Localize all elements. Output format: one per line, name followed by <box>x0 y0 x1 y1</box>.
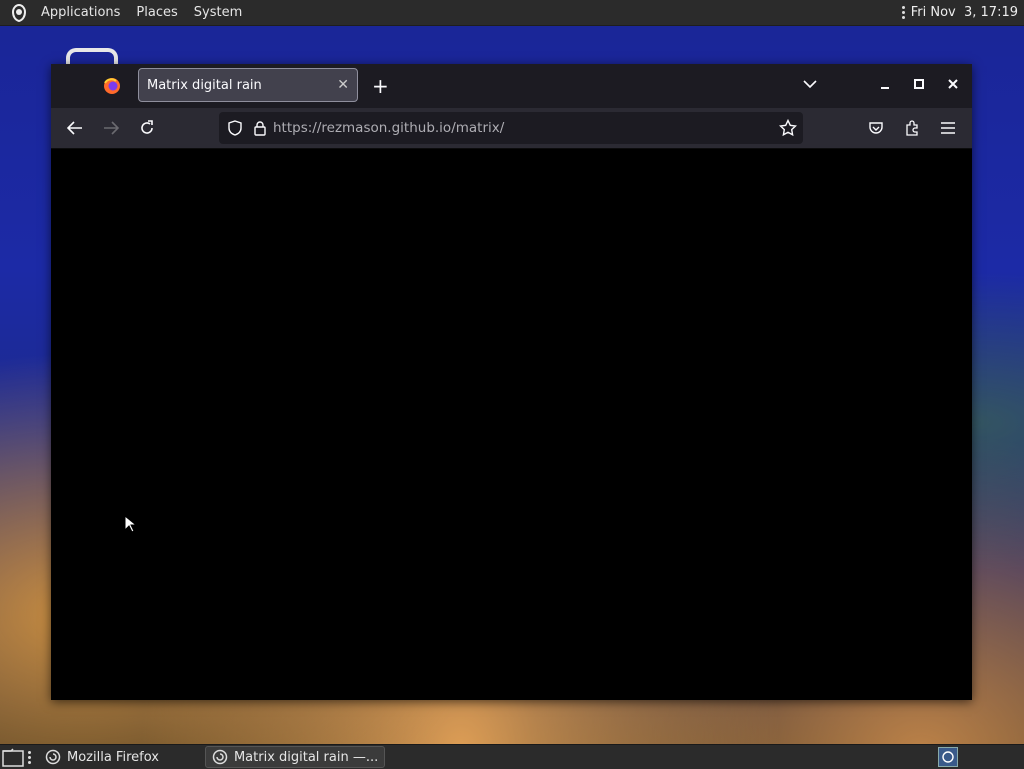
taskbar-item-firefox[interactable]: Mozilla Firefox <box>39 747 165 767</box>
places-menu[interactable]: Places <box>131 5 182 20</box>
bottom-panel: Mozilla Firefox Matrix digital rain —... <box>0 744 1024 769</box>
tracking-shield-icon[interactable] <box>227 120 243 136</box>
system-menu[interactable]: System <box>189 5 247 20</box>
page-content-matrix-canvas[interactable] <box>51 149 972 700</box>
back-arrow-icon[interactable] <box>65 118 85 138</box>
nav-bar: https://rezmason.github.io/matrix/ <box>51 108 972 149</box>
panel-handle-icon <box>901 6 905 19</box>
lock-icon[interactable] <box>253 120 267 136</box>
applications-menu[interactable]: Applications <box>36 5 125 20</box>
extensions-puzzle-icon[interactable] <box>902 118 922 138</box>
new-tab-icon[interactable]: + <box>372 76 389 96</box>
url-text[interactable]: https://rezmason.github.io/matrix/ <box>273 120 504 136</box>
url-host: https://rezmason.github.io <box>273 120 452 136</box>
taskbar-handle-icon <box>28 750 31 764</box>
close-window-icon[interactable] <box>947 76 959 96</box>
gnome-app-icon <box>45 749 61 765</box>
url-path: /matrix/ <box>451 120 505 136</box>
firefox-logo-icon <box>103 77 121 95</box>
top-panel: Applications Places System Fri Nov 3, 17… <box>0 0 1024 26</box>
show-desktop-icon[interactable] <box>2 747 24 767</box>
taskbar-item-label: Mozilla Firefox <box>67 749 159 765</box>
forward-arrow-icon[interactable] <box>101 118 121 138</box>
pocket-icon[interactable] <box>866 118 886 138</box>
mouse-cursor-icon <box>124 514 138 537</box>
gnome-app-icon <box>212 749 228 765</box>
bookmark-star-icon[interactable] <box>779 119 797 137</box>
workspace-switcher-icon[interactable] <box>938 747 958 767</box>
minimize-icon[interactable] <box>879 76 891 96</box>
hamburger-menu-icon[interactable] <box>938 118 958 138</box>
taskbar-item-matrix[interactable]: Matrix digital rain —... <box>204 746 386 768</box>
tab-title: Matrix digital rain <box>147 77 262 93</box>
tab-bar: Matrix digital rain ✕ + <box>51 64 972 108</box>
address-bar[interactable]: https://rezmason.github.io/matrix/ <box>219 112 803 144</box>
tab-matrix-digital-rain[interactable]: Matrix digital rain ✕ <box>138 68 358 102</box>
clock[interactable]: Fri Nov 3, 17:19 <box>911 5 1018 20</box>
gnome-foot-icon[interactable] <box>8 2 30 24</box>
firefox-window: Matrix digital rain ✕ + https://rezmason… <box>51 64 972 700</box>
reload-icon[interactable] <box>137 118 157 138</box>
close-tab-icon[interactable]: ✕ <box>337 77 349 93</box>
list-all-tabs-icon[interactable] <box>803 78 817 93</box>
maximize-icon[interactable] <box>913 76 925 96</box>
taskbar-item-label: Matrix digital rain —... <box>233 749 379 765</box>
